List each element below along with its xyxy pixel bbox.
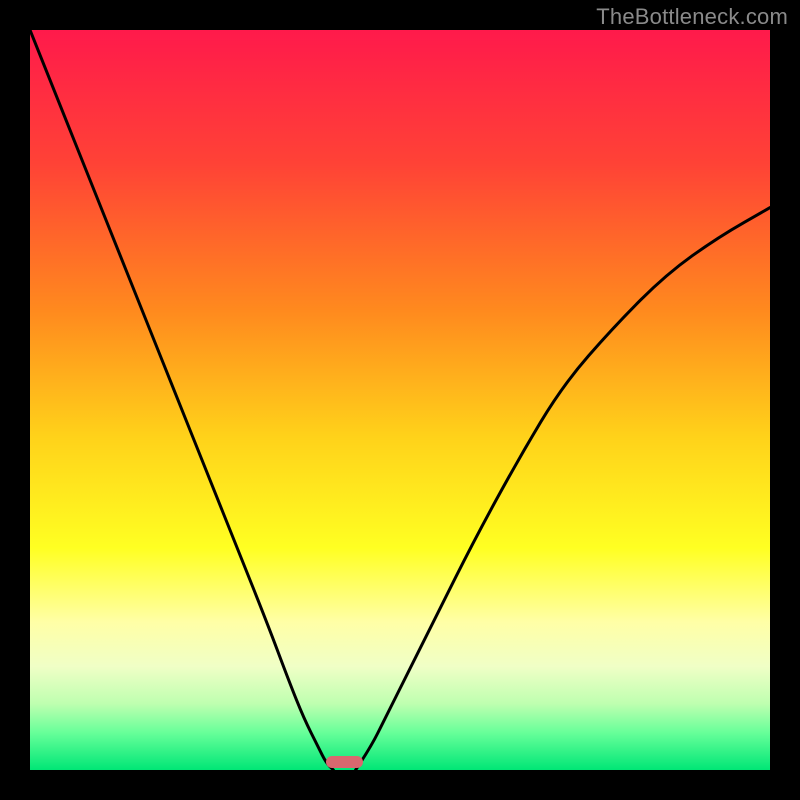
curve-right (356, 208, 770, 770)
optimum-marker (326, 756, 363, 768)
bottleneck-curve (30, 30, 770, 770)
watermark-text: TheBottleneck.com (596, 4, 788, 30)
curve-left (30, 30, 333, 770)
plot-area (30, 30, 770, 770)
chart-frame: TheBottleneck.com (0, 0, 800, 800)
